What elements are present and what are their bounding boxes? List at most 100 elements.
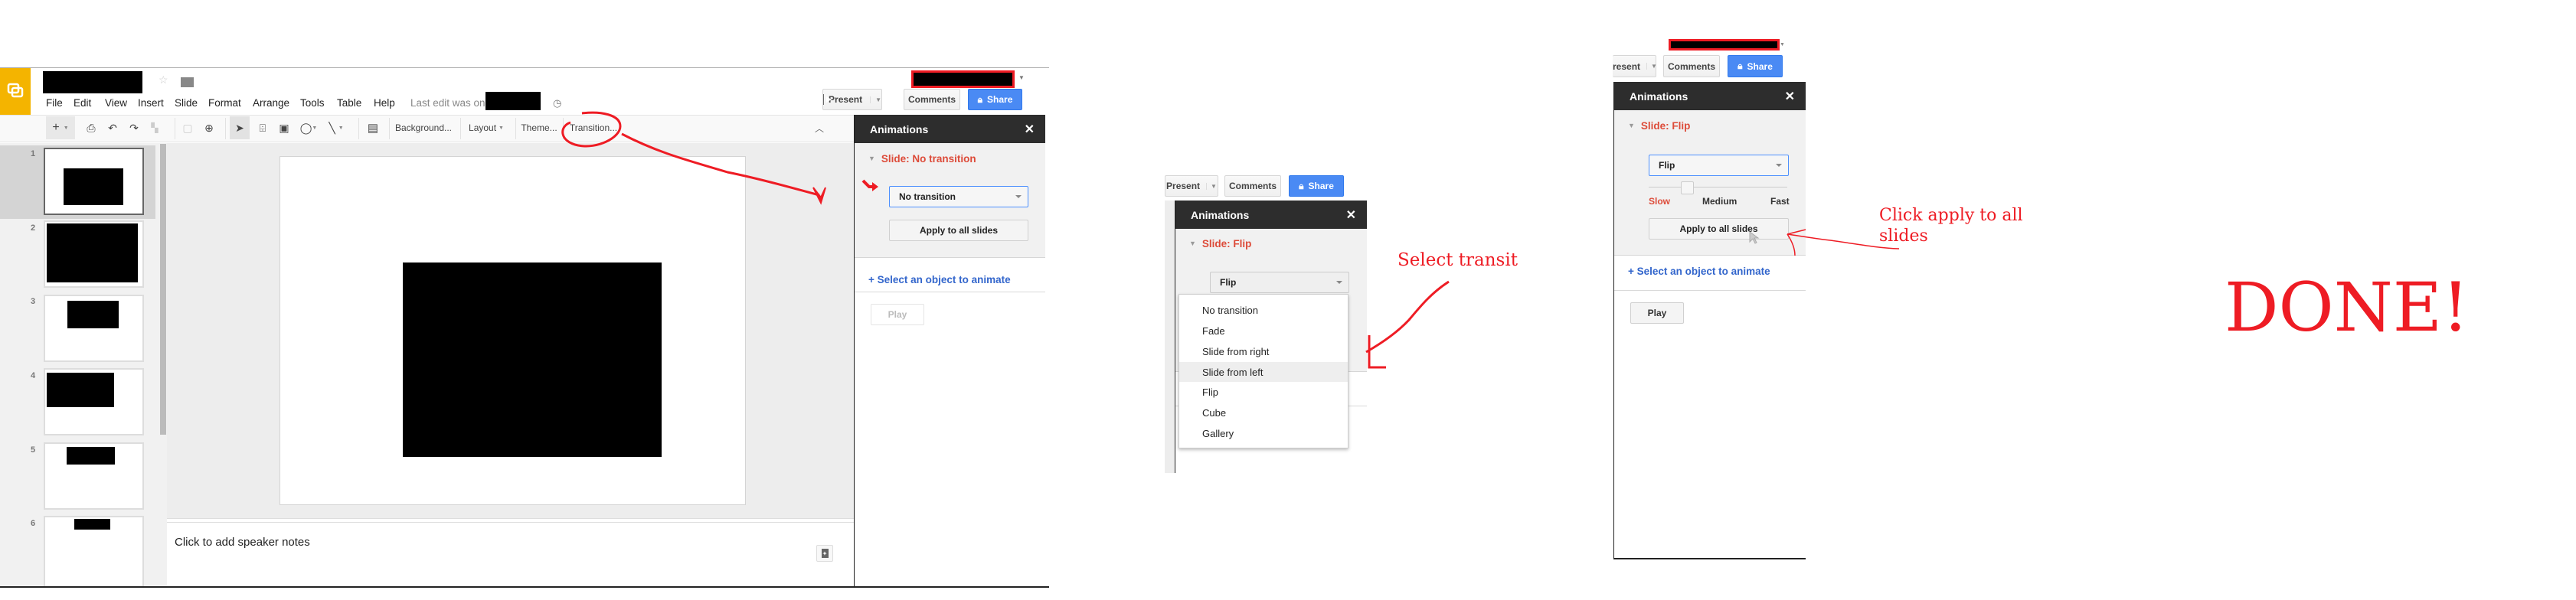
toolbar-divider bbox=[389, 118, 390, 139]
speed-slider-handle[interactable] bbox=[1681, 181, 1694, 194]
speed-slider-track[interactable] bbox=[1649, 187, 1787, 188]
fit-icon[interactable]: ▢ bbox=[179, 116, 196, 139]
menu-file[interactable]: File bbox=[46, 97, 63, 109]
new-slide-button[interactable]: + ▼ bbox=[46, 116, 75, 139]
menu-help[interactable]: Help bbox=[374, 97, 395, 109]
slide-thumbnail-2[interactable] bbox=[44, 220, 144, 288]
close-icon[interactable]: ✕ bbox=[1346, 207, 1356, 223]
share-button[interactable]: 🔒︎ Share bbox=[1728, 55, 1783, 77]
slide-transition-label[interactable]: ▼ Slide: Flip bbox=[1628, 120, 1690, 132]
zoom-icon[interactable]: ⊕ bbox=[201, 116, 217, 139]
chevron-down-icon bbox=[1015, 195, 1022, 198]
slide-transition-section: ▼ Slide: Flip Flip Slow Medium Fast Apply… bbox=[1614, 110, 1806, 256]
slide-transition-text: Slide: No transition bbox=[881, 153, 976, 165]
play-button[interactable]: Play bbox=[1630, 302, 1684, 324]
menu-table[interactable]: Table bbox=[337, 97, 361, 109]
menu-insert[interactable]: Insert bbox=[138, 97, 164, 109]
select-cursor-icon[interactable]: ➤ bbox=[230, 116, 250, 139]
dropdown-option-gallery[interactable]: Gallery bbox=[1179, 423, 1348, 443]
line-icon[interactable]: ╲ ▼ bbox=[325, 116, 348, 139]
chevron-down-icon bbox=[1776, 164, 1782, 167]
slide-transition-label[interactable]: ▼ Slide: No transition bbox=[868, 153, 976, 165]
undo-icon[interactable]: ↶ bbox=[104, 116, 121, 139]
share-label: Share bbox=[1747, 60, 1773, 72]
annotation-transition-arrow bbox=[561, 111, 826, 205]
menu-edit[interactable]: Edit bbox=[74, 97, 91, 109]
present-dropdown-icon[interactable]: ▼ bbox=[1206, 182, 1217, 190]
dropdown-option-cube[interactable]: Cube bbox=[1179, 403, 1348, 422]
select-object-to-animate-link[interactable]: + Select an object to animate bbox=[868, 274, 1011, 285]
comments-button[interactable]: Comments bbox=[1224, 175, 1281, 197]
dropdown-option-fade[interactable]: Fade bbox=[1179, 321, 1348, 341]
star-icon[interactable]: ☆ bbox=[159, 73, 168, 86]
collapse-triangle-icon: ▼ bbox=[1628, 122, 1635, 129]
folder-icon[interactable] bbox=[181, 77, 194, 87]
present-dropdown-icon[interactable]: ▼ bbox=[870, 96, 881, 103]
close-icon[interactable]: ✕ bbox=[1025, 122, 1035, 137]
menu-arrange[interactable]: Arrange bbox=[253, 97, 289, 109]
slide-thumbnail-3[interactable] bbox=[44, 295, 144, 362]
background-button[interactable]: Background... bbox=[394, 116, 453, 139]
lock-icon: 🔒︎ bbox=[977, 93, 983, 105]
comment-icon[interactable]: ▤ bbox=[364, 116, 381, 139]
slide-thumbnail-1[interactable] bbox=[44, 148, 144, 215]
transition-select-value: Flip bbox=[1220, 277, 1237, 288]
lock-icon: 🔒︎ bbox=[1737, 60, 1743, 71]
layout-button[interactable]: Layout ▼ bbox=[464, 116, 508, 139]
slide-transition-text: Slide: Flip bbox=[1640, 120, 1691, 132]
explore-button[interactable]: ✦ bbox=[816, 545, 833, 562]
filmstrip-scrollbar[interactable] bbox=[160, 144, 166, 435]
text-box-icon[interactable]: ⌹ bbox=[254, 116, 271, 139]
account-redacted[interactable] bbox=[911, 70, 1015, 88]
slide-transition-label[interactable]: ▼ Slide: Flip bbox=[1189, 238, 1251, 249]
account-redacted[interactable] bbox=[1669, 39, 1780, 51]
menu-slide[interactable]: Slide bbox=[175, 97, 198, 109]
document-title-redacted[interactable] bbox=[43, 71, 142, 93]
transition-type-select[interactable]: Flip bbox=[1210, 272, 1349, 293]
dropdown-option-slide-from-right[interactable]: Slide from right bbox=[1179, 341, 1348, 361]
account-chevron-icon[interactable]: ▼ bbox=[1018, 74, 1025, 81]
shape-icon[interactable]: ◯ ▼ bbox=[297, 116, 320, 139]
print-icon[interactable]: ⎙ bbox=[83, 116, 100, 139]
transition-type-select[interactable]: Flip bbox=[1649, 155, 1789, 176]
divider bbox=[1614, 290, 1806, 291]
comments-button[interactable]: Comments bbox=[1663, 55, 1720, 77]
redo-icon[interactable]: ↷ bbox=[126, 116, 142, 139]
present-button[interactable]: resent ▼ bbox=[1613, 55, 1657, 77]
slides-logo[interactable] bbox=[0, 68, 31, 115]
apply-to-all-slides-button[interactable]: Apply to all slides bbox=[1649, 218, 1789, 240]
slide-thumbnail-6[interactable] bbox=[44, 516, 144, 586]
transition-select-value: No transition bbox=[899, 191, 956, 202]
share-button[interactable]: 🔒︎ Share bbox=[1289, 175, 1344, 197]
last-edit-link[interactable]: Last edit was on bbox=[410, 97, 485, 109]
dropdown-option-no-transition[interactable]: No transition bbox=[1179, 300, 1348, 320]
select-object-to-animate-link[interactable]: + Select an object to animate bbox=[1628, 266, 1770, 277]
present-button[interactable]: Present ▼ bbox=[1165, 175, 1218, 197]
share-button[interactable]: 🔒︎ Share bbox=[968, 89, 1022, 110]
account-chevron-icon[interactable]: ▼ bbox=[1780, 42, 1785, 47]
transition-type-select[interactable]: No transition bbox=[889, 186, 1028, 207]
annotation-arrow bbox=[1365, 280, 1450, 369]
comments-button[interactable]: Comments bbox=[904, 89, 960, 110]
slide-content-redacted[interactable] bbox=[403, 262, 662, 457]
image-icon[interactable]: ▣ bbox=[276, 116, 293, 139]
dropdown-option-slide-from-left[interactable]: Slide from left bbox=[1179, 362, 1348, 382]
slide-thumbnail-5[interactable] bbox=[44, 442, 144, 510]
speaker-notes-area[interactable]: Click to add speaker notes ✦ bbox=[167, 523, 854, 586]
menu-format[interactable]: Format bbox=[208, 97, 241, 109]
speed-label-medium: Medium bbox=[1702, 196, 1737, 207]
chevron-down-icon bbox=[1336, 281, 1342, 284]
close-icon[interactable]: ✕ bbox=[1785, 89, 1795, 104]
animations-title: Animations bbox=[870, 122, 929, 135]
present-label: resent bbox=[1613, 60, 1641, 72]
slide-thumbnail-4[interactable] bbox=[44, 368, 144, 435]
paint-format-icon[interactable]: ▚ bbox=[147, 116, 162, 139]
play-button[interactable]: Play bbox=[871, 304, 924, 325]
annotation-click-apply: Click apply to all slides bbox=[1879, 206, 2023, 246]
apply-to-all-slides-button[interactable]: Apply to all slides bbox=[889, 220, 1028, 241]
speaker-notes-placeholder[interactable]: Click to add speaker notes bbox=[175, 536, 310, 549]
dropdown-option-flip[interactable]: Flip bbox=[1179, 382, 1348, 402]
present-dropdown-icon[interactable]: ▼ bbox=[1646, 63, 1657, 70]
menu-tools[interactable]: Tools bbox=[300, 97, 325, 109]
menu-view[interactable]: View bbox=[105, 97, 127, 109]
